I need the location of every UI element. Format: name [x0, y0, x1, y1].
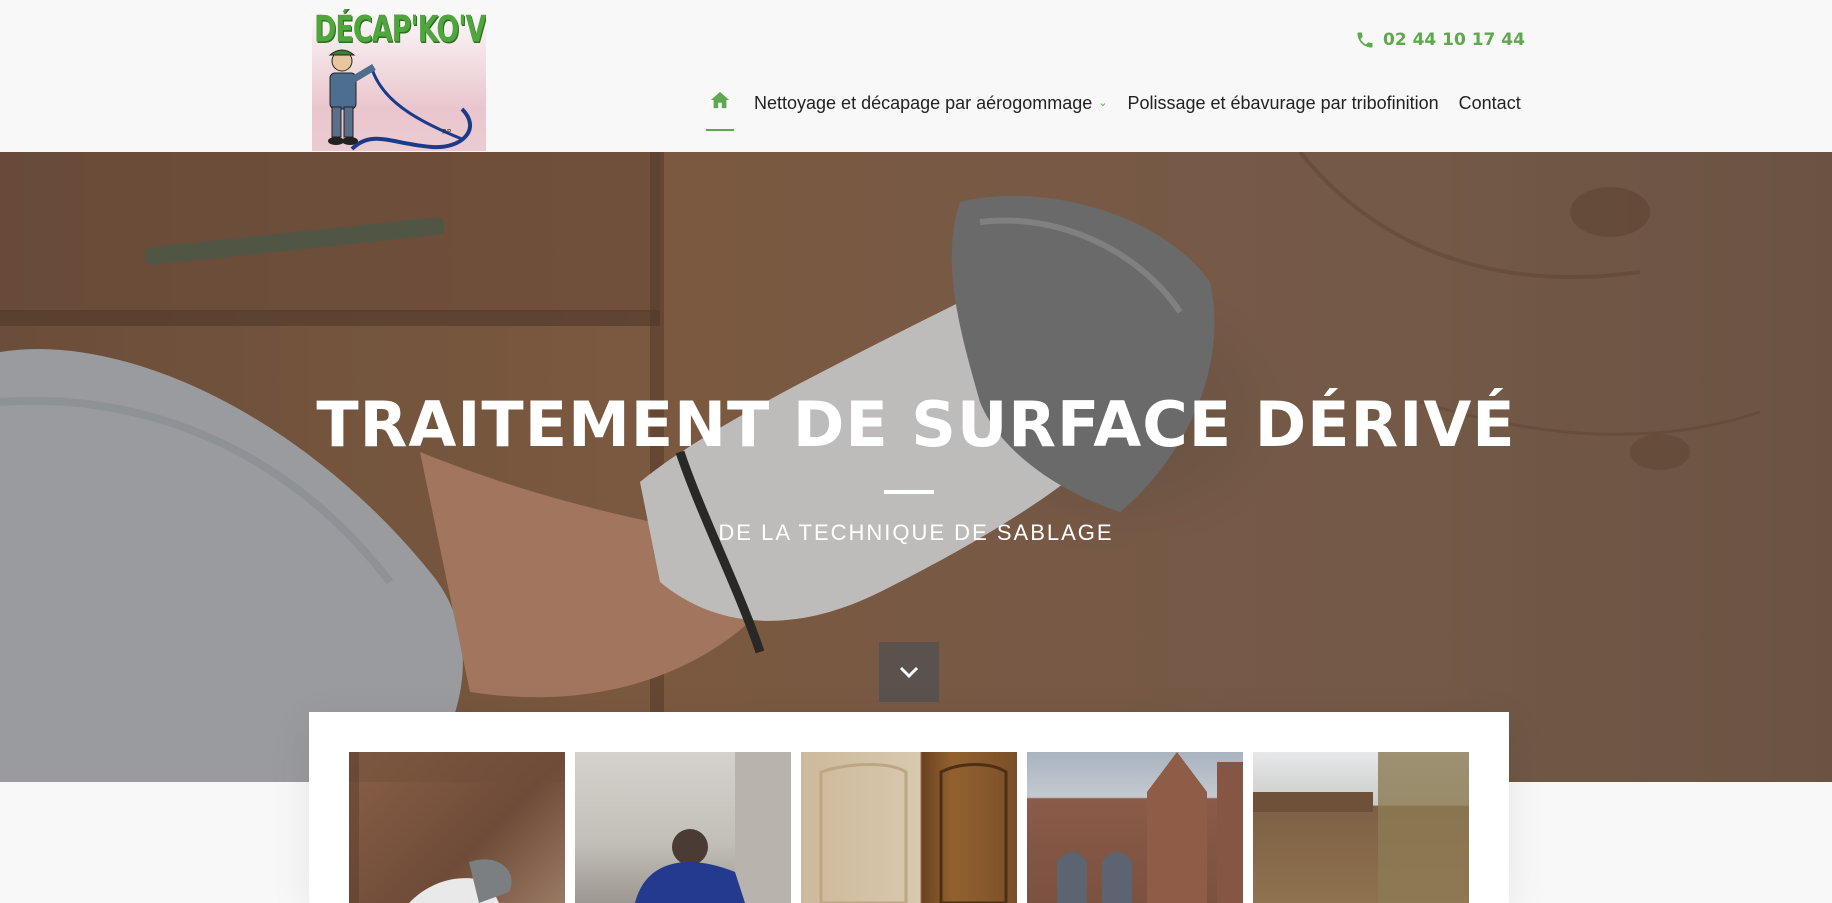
svg-text:RP: RP	[442, 128, 451, 136]
thumbnail-image	[819, 763, 1008, 903]
thumbnail-image	[635, 752, 791, 903]
thumb-worker-blasting[interactable]	[575, 752, 791, 903]
nav-home[interactable]	[706, 88, 734, 132]
hero-subtitle: DE LA TECHNIQUE DE SABLAGE	[718, 520, 1114, 545]
phone-link[interactable]: 02 44 10 17 44	[1355, 30, 1525, 50]
site-logo[interactable]: DÉCAP'KO'VERT RP	[312, 9, 486, 151]
chevron-down-icon	[899, 666, 919, 679]
hero-banner: TRAITEMENT DE SURFACE DÉRIVÉ DE LA TECHN…	[0, 152, 1832, 782]
nav-item-label: Nettoyage et décapage par aérogommage	[754, 93, 1093, 113]
scroll-down-button[interactable]	[879, 642, 939, 702]
logo-figure-icon: RP	[328, 49, 472, 151]
nav-item-label: Contact	[1458, 93, 1521, 113]
home-icon	[710, 91, 730, 109]
phone-number: 02 44 10 17 44	[1383, 30, 1525, 50]
nav-item-contact[interactable]: Contact	[1459, 88, 1521, 118]
hero-divider	[884, 490, 934, 494]
gallery-thumbnails	[349, 752, 1469, 903]
thumbnail-image	[1057, 752, 1243, 903]
thumb-wood-cleaning[interactable]	[349, 752, 565, 903]
main-nav: Nettoyage et décapage par aérogommage ⌄ …	[706, 88, 1521, 132]
gallery-panel	[309, 712, 1509, 903]
phone-icon	[1357, 32, 1373, 48]
site-header: DÉCAP'KO'VERT RP 02 44 10 17 44	[0, 0, 1832, 152]
nav-item-label: Polissage et ébavurage par tribofinition	[1127, 93, 1439, 113]
thumb-bench[interactable]	[1253, 752, 1469, 903]
nav-item-aerogommage[interactable]: Nettoyage et décapage par aérogommage ⌄	[754, 88, 1107, 118]
thumbnail-image	[349, 752, 565, 903]
thumb-doors[interactable]	[801, 752, 1017, 903]
chevron-down-icon: ⌄	[1098, 97, 1108, 109]
hero-title: TRAITEMENT DE SURFACE DÉRIVÉ	[316, 388, 1516, 461]
thumbnail-image	[1253, 752, 1469, 903]
nav-item-tribofinition[interactable]: Polissage et ébavurage par tribofinition	[1127, 88, 1438, 118]
thumb-church[interactable]	[1027, 752, 1243, 903]
nav-active-indicator	[706, 129, 734, 131]
